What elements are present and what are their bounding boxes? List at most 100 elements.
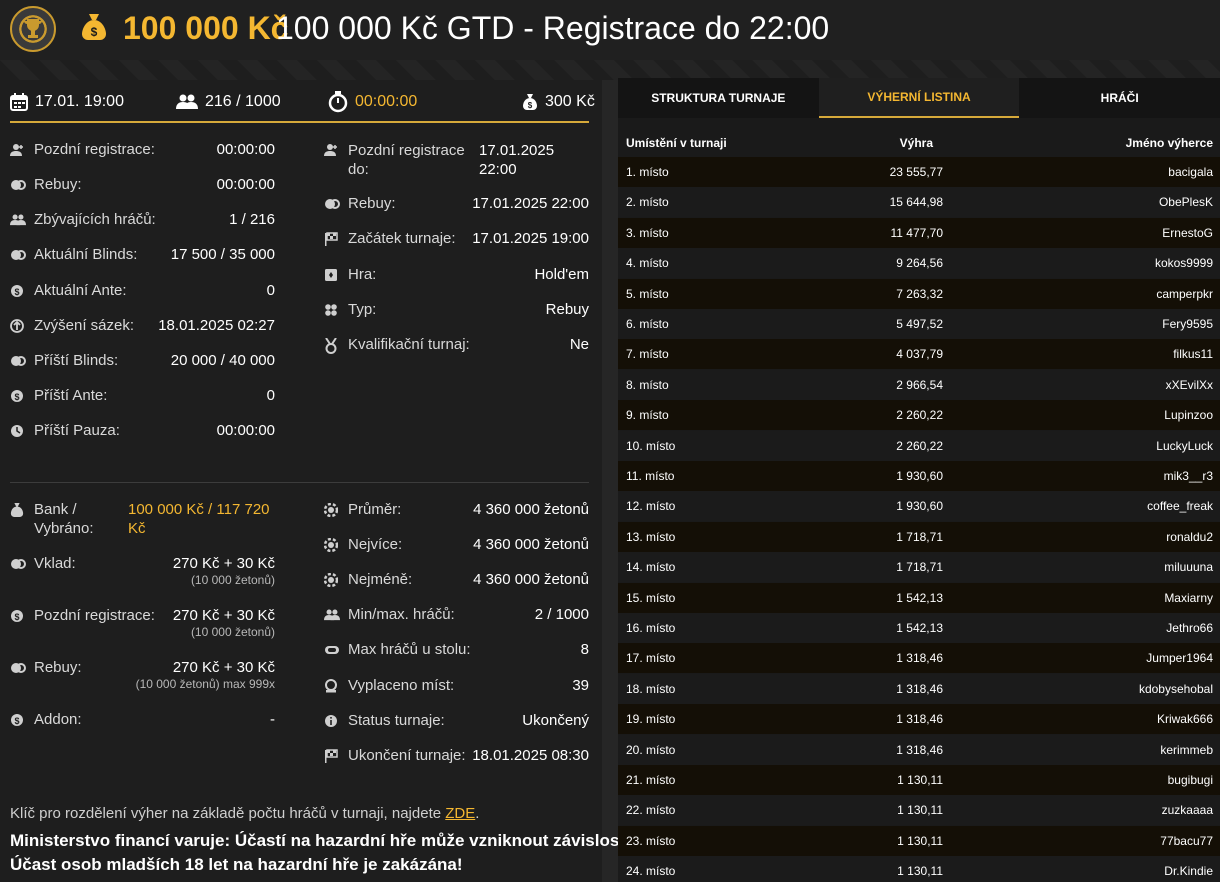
tab-bar: STRUKTURA TURNAJE VÝHERNÍ LISTINA HRÁČI bbox=[618, 78, 1220, 118]
place-cell: 9. místo bbox=[626, 408, 669, 423]
tab-players[interactable]: HRÁČI bbox=[1019, 78, 1220, 118]
user-plus-icon bbox=[10, 143, 24, 161]
info-value: 4 360 000 žetonů bbox=[473, 536, 589, 553]
rebuy-sub: (10 000 žetonů) max 999x bbox=[135, 677, 275, 691]
place-cell: 2. místo bbox=[626, 195, 669, 210]
info-value: 4 360 000 žetonů bbox=[473, 571, 589, 588]
table-row: 12. místo 1 930,60 coffee_freak bbox=[618, 491, 1220, 522]
table-row: 9. místo 2 260,22 Lupinzoo bbox=[618, 400, 1220, 431]
prize-cell: 1 130,11 bbox=[897, 833, 943, 848]
table-row: 8. místo 2 966,54 xXEvilXx bbox=[618, 369, 1220, 400]
coins-icon bbox=[11, 663, 26, 673]
prize-cell: 1 930,60 bbox=[896, 499, 943, 514]
dollar-circle-icon: $ bbox=[10, 284, 24, 302]
bank-value: 100 000 Kč / 117 720 Kč bbox=[128, 501, 270, 537]
winner-cell: ErnestoG bbox=[1162, 225, 1213, 240]
winner-cell: Dr.Kindie bbox=[1164, 864, 1213, 879]
winner-cell: LuckyLuck bbox=[1156, 438, 1213, 453]
medal-icon bbox=[324, 337, 338, 358]
coins-icon bbox=[324, 197, 340, 215]
place-cell: 3. místo bbox=[626, 225, 669, 240]
users-icon bbox=[10, 213, 26, 230]
distribution-note: Klíč pro rozdělení výher na základě počt… bbox=[10, 805, 480, 822]
info-value: 0 bbox=[266, 387, 275, 404]
info-value: 00:00:00 bbox=[216, 422, 275, 439]
buyin: $ 300 Kč bbox=[522, 90, 595, 114]
timer: 00:00:00 bbox=[328, 90, 417, 114]
svg-text:$: $ bbox=[91, 25, 98, 39]
table-row: 24. místo 1 130,11 Dr.Kindie bbox=[618, 856, 1220, 882]
trophy-logo-icon bbox=[10, 6, 56, 52]
winner-cell: kdobysehobal bbox=[1138, 681, 1213, 696]
chip-icon bbox=[323, 537, 339, 556]
prize-cell: 1 130,11 bbox=[897, 803, 943, 818]
winner-cell: zuzkaaaa bbox=[1161, 803, 1213, 818]
prize-cell: 2 966,54 bbox=[896, 377, 943, 392]
chip-icon bbox=[323, 572, 339, 591]
winner-cell: xXEvilXx bbox=[1165, 377, 1213, 392]
prize-cell: 1 542,13 bbox=[896, 621, 943, 635]
table-row: 21. místo 1 130,11 bugibugi bbox=[618, 765, 1220, 795]
late-reg-value: 270 Kč + 30 Kč bbox=[172, 607, 275, 624]
info-label: Příští Blinds: bbox=[34, 352, 119, 369]
place-cell: 1. místo bbox=[626, 165, 669, 179]
prize-cell: 1 130,11 bbox=[897, 864, 943, 879]
arrow-up-circle-icon bbox=[10, 319, 24, 337]
table-row: 10. místo 2 260,22 LuckyLuck bbox=[618, 430, 1220, 461]
payout-icon bbox=[324, 679, 338, 697]
money-bag-icon: $ bbox=[82, 14, 106, 40]
table-row: 16. místo 1 542,13 Jethro66 bbox=[618, 613, 1220, 643]
place-cell: 7. místo bbox=[626, 347, 669, 362]
info-label: Začátek turnaje: bbox=[348, 230, 456, 247]
flag-icon bbox=[324, 749, 338, 767]
info-value: 17.01.2025 22:00 bbox=[472, 195, 589, 212]
info-value: 20 000 / 40 000 bbox=[170, 352, 275, 369]
place-cell: 22. místo bbox=[626, 803, 676, 818]
tournament-amount: 100 000 Kč bbox=[123, 10, 289, 46]
prize-cell: 1 318,46 bbox=[896, 742, 943, 757]
info-value: Ukončený bbox=[522, 712, 589, 729]
prize-cell: 11 477,70 bbox=[890, 225, 944, 240]
gambling-warning: Ministerstvo financí varuje: Účastí na h… bbox=[10, 831, 631, 850]
info-value: 17.01.2025 19:00 bbox=[472, 230, 589, 247]
info-value: Ne bbox=[569, 336, 589, 353]
winner-cell: bacigala bbox=[1168, 165, 1213, 179]
table-row: 4. místo 9 264,56 kokos9999 bbox=[618, 248, 1220, 279]
svg-text:$: $ bbox=[14, 716, 19, 726]
tab-structure[interactable]: STRUKTURA TURNAJE bbox=[618, 78, 819, 118]
section-divider bbox=[10, 482, 589, 483]
winner-cell: filkus11 bbox=[1173, 347, 1213, 362]
decorative-stripe bbox=[0, 60, 1220, 80]
winner-cell: kerimmeb bbox=[1160, 742, 1213, 757]
table-row: 19. místo 1 318,46 Kriwak666 bbox=[618, 704, 1220, 735]
header-winner: Jméno výherce bbox=[1125, 136, 1213, 150]
prize-cell: 2 260,22 bbox=[896, 408, 943, 423]
place-cell: 18. místo bbox=[626, 681, 676, 696]
prize-cell: 9 264,56 bbox=[896, 256, 943, 271]
info-label: Pozdní registrace do: bbox=[348, 142, 465, 178]
clover-icon bbox=[324, 303, 338, 321]
winner-cell: ronaldu2 bbox=[1166, 529, 1213, 544]
info-label: Kvalifikační turnaj: bbox=[348, 336, 470, 353]
place-cell: 10. místo bbox=[626, 438, 676, 453]
money-bag-icon: $ bbox=[523, 94, 537, 110]
distribution-link[interactable]: ZDE bbox=[445, 805, 475, 822]
vklad-sub: (10 000 žetonů) bbox=[190, 573, 275, 587]
prize-cell: 1 718,71 bbox=[896, 560, 943, 575]
table-row: 15. místo 1 542,13 Maxiarny bbox=[618, 582, 1220, 613]
start-date: 17.01. 19:00 bbox=[10, 90, 124, 114]
place-cell: 14. místo bbox=[626, 560, 676, 575]
place-cell: 15. místo bbox=[626, 590, 676, 605]
player-count: 216 / 1000 bbox=[176, 90, 281, 114]
info-label: Aktuální Ante: bbox=[34, 282, 127, 299]
stopwatch-icon bbox=[328, 91, 348, 113]
info-label: Pozdní registrace: bbox=[34, 141, 155, 158]
info-label: Rebuy: bbox=[348, 195, 396, 212]
table-row: 1. místo 23 555,77 bacigala bbox=[618, 157, 1220, 187]
tab-prize-list[interactable]: VÝHERNÍ LISTINA bbox=[818, 78, 1020, 118]
vklad-value: 270 Kč + 30 Kč bbox=[172, 555, 275, 572]
users-icon bbox=[324, 608, 340, 625]
winner-cell: Jumper1964 bbox=[1146, 651, 1213, 666]
table-row: 11. místo 1 930,60 mik3__r3 bbox=[618, 461, 1220, 491]
late-reg-sub: (10 000 žetonů) bbox=[190, 625, 275, 639]
